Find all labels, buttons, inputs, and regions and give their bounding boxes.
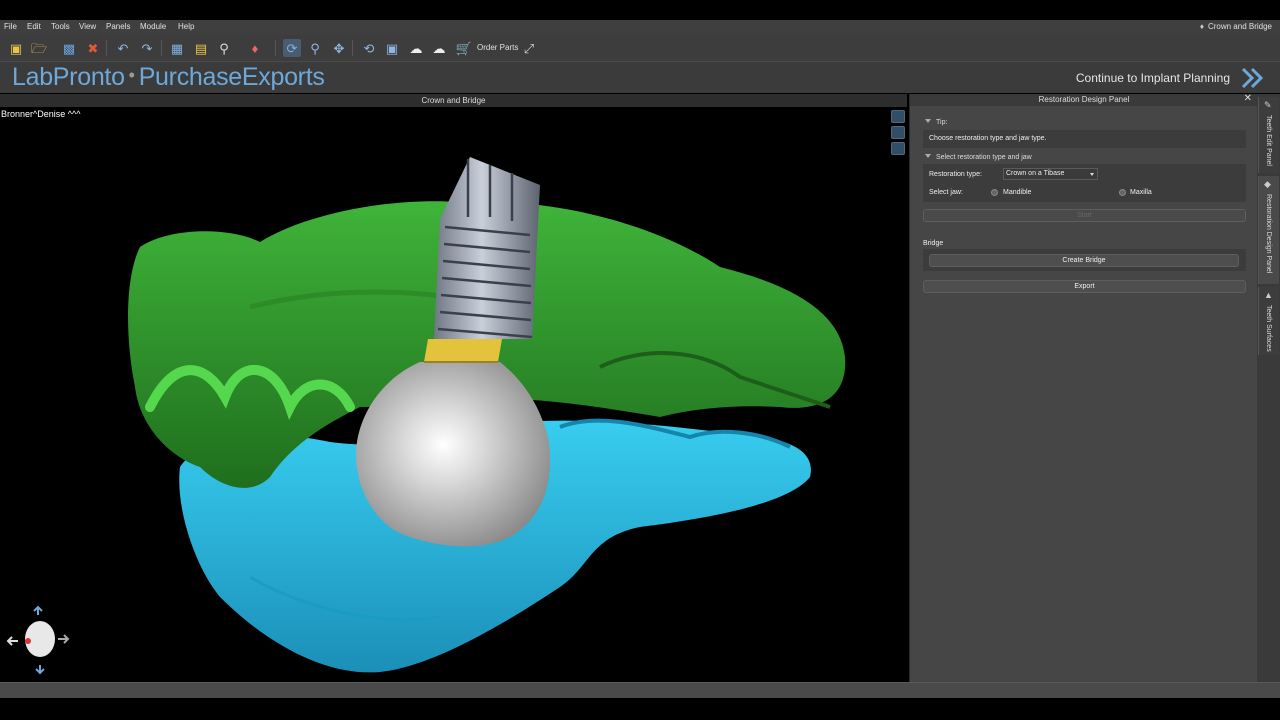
mandible-label[interactable]: Mandible bbox=[1003, 189, 1031, 196]
view-mode-icon[interactable] bbox=[891, 110, 905, 123]
brand-purchase: PurchaseExports bbox=[138, 63, 325, 91]
reset-rotation-icon[interactable]: ⟲ bbox=[360, 39, 378, 57]
export-button[interactable]: Export bbox=[923, 280, 1246, 293]
select-heading: Select restoration type and jaw bbox=[936, 154, 1032, 161]
restoration-type-label: Restoration type: bbox=[929, 171, 982, 178]
report-icon[interactable]: ▤ bbox=[192, 39, 210, 57]
cart-icon[interactable]: 🛒 bbox=[455, 39, 473, 57]
restoration-type-value: Crown on a Tibase bbox=[1006, 170, 1065, 177]
tab-label: Restoration Design Panel bbox=[1265, 194, 1272, 274]
viewport-tools bbox=[891, 110, 905, 158]
rotate-view-icon[interactable]: ⟳ bbox=[283, 39, 301, 57]
menu-bar: File Edit Tools View Panels Module Help … bbox=[0, 20, 1280, 35]
status-bar bbox=[0, 682, 1280, 698]
toolbar-separator bbox=[106, 40, 107, 56]
collapse-triangle-icon bbox=[925, 119, 931, 123]
start-button[interactable]: Start bbox=[923, 209, 1246, 222]
restoration-select-box: Restoration type: Crown on a Tibase Sele… bbox=[923, 164, 1246, 202]
collapse-triangle-icon bbox=[925, 154, 931, 158]
implant-fixture[interactable] bbox=[434, 157, 540, 339]
cloud-icon[interactable]: ☁ bbox=[430, 39, 448, 57]
fullscreen-icon[interactable]: ⤢ bbox=[520, 39, 538, 57]
new-file-icon[interactable]: ▣ bbox=[7, 39, 25, 57]
mandible-radio[interactable] bbox=[991, 189, 998, 196]
cloud-upload-icon[interactable]: ☁ bbox=[407, 39, 425, 57]
close-file-icon[interactable]: ✖ bbox=[84, 39, 102, 57]
menu-help[interactable]: Help bbox=[178, 22, 194, 31]
orientation-head-icon[interactable] bbox=[6, 605, 76, 675]
select-jaw-label: Select jaw: bbox=[929, 189, 963, 196]
continue-to-implant-planning-button[interactable]: Continue to Implant Planning bbox=[1076, 71, 1230, 85]
maxilla-label[interactable]: Maxilla bbox=[1130, 189, 1152, 196]
panel-title: Restoration Design Panel bbox=[910, 94, 1258, 106]
menu-view[interactable]: View bbox=[79, 22, 96, 31]
tooth-edit-icon: ✎ bbox=[1264, 100, 1272, 110]
chevron-down-icon bbox=[1090, 173, 1094, 176]
tip-heading: Tip: bbox=[936, 119, 948, 126]
restoration-type-select[interactable]: Crown on a Tibase bbox=[1003, 168, 1098, 180]
side-tabs: ✎ Teeth Edit Panel ◆ Restoration Design … bbox=[1257, 94, 1280, 682]
tab-label: Teeth Surfaces bbox=[1265, 305, 1272, 352]
tibase-ring bbox=[424, 339, 502, 363]
tab-restoration-design-panel[interactable]: ◆ Restoration Design Panel bbox=[1258, 176, 1279, 284]
bridge-heading: Bridge bbox=[923, 240, 944, 247]
top-black-strip bbox=[0, 0, 1280, 20]
zoom-icon[interactable]: ⚲ bbox=[306, 39, 324, 57]
grid-icon[interactable] bbox=[891, 142, 905, 155]
double-chevron-right-icon[interactable] bbox=[1240, 66, 1266, 90]
create-bridge-button[interactable]: Create Bridge bbox=[929, 254, 1239, 267]
menu-panels[interactable]: Panels bbox=[106, 22, 130, 31]
redo-icon[interactable]: ↷ bbox=[138, 39, 156, 57]
toolbar: ▣ 🗁 ▩ ✖ ↶ ↷ ▦ ▤ ⚲ ♦ ⟳ ⚲ ✥ ⟲ ▣ ☁ ☁ 🛒 Orde… bbox=[0, 35, 1280, 61]
undo-icon[interactable]: ↶ bbox=[114, 39, 132, 57]
order-parts-button[interactable]: Order Parts bbox=[477, 43, 518, 52]
restoration-icon: ◆ bbox=[1264, 179, 1271, 189]
tip-section-header[interactable]: Tip: bbox=[925, 119, 947, 126]
select-section-header[interactable]: Select restoration type and jaw bbox=[925, 154, 1032, 161]
restoration-crown[interactable] bbox=[355, 362, 551, 547]
patient-name: Bronner^Denise ^^^ bbox=[1, 109, 81, 119]
menu-edit[interactable]: Edit bbox=[27, 22, 41, 31]
viewport-title: Crown and Bridge bbox=[0, 94, 907, 107]
window-title: ♦ Crown and Bridge bbox=[1200, 22, 1272, 31]
menu-module[interactable]: Module bbox=[140, 22, 166, 31]
menu-file[interactable]: File bbox=[4, 22, 17, 31]
open-folder-icon[interactable]: 🗁 bbox=[30, 39, 48, 57]
save-icon[interactable]: ▩ bbox=[60, 39, 78, 57]
tooth-icon[interactable]: ♦ bbox=[246, 39, 264, 57]
close-icon[interactable]: ✕ bbox=[1244, 93, 1252, 104]
3d-viewport[interactable]: Bronner^Denise ^^^ bbox=[0, 107, 907, 682]
surface-icon: ▲ bbox=[1264, 290, 1273, 300]
tooth-icon: ♦ bbox=[1199, 22, 1204, 31]
fit-view-icon[interactable]: ▣ bbox=[383, 39, 401, 57]
toolbar-separator bbox=[161, 40, 162, 56]
dental-model-scene[interactable] bbox=[0, 107, 907, 682]
toolbar-separator bbox=[352, 40, 353, 56]
tab-teeth-edit-panel[interactable]: ✎ Teeth Edit Panel bbox=[1258, 97, 1279, 173]
toolbar-separator bbox=[275, 40, 276, 56]
brand-logo: LabPronto • PurchaseExports bbox=[12, 63, 325, 92]
tip-text: Choose restoration type and jaw type. bbox=[923, 130, 1246, 148]
window-title-text: Crown and Bridge bbox=[1207, 22, 1272, 31]
bottom-black-strip bbox=[0, 698, 1280, 720]
maxilla-radio[interactable] bbox=[1119, 189, 1126, 196]
grid-view-icon[interactable]: ▦ bbox=[168, 39, 186, 57]
camera-icon[interactable] bbox=[891, 126, 905, 139]
tab-label: Teeth Edit Panel bbox=[1265, 115, 1272, 166]
menu-tools[interactable]: Tools bbox=[51, 22, 70, 31]
restoration-design-panel: Restoration Design Panel ✕ Tip: Choose r… bbox=[909, 93, 1258, 682]
brand-lab: LabPronto bbox=[12, 63, 125, 91]
brand-bar: LabPronto • PurchaseExports Continue to Im… bbox=[0, 61, 1280, 93]
bridge-box: Create Bridge bbox=[923, 249, 1246, 271]
pan-icon[interactable]: ✥ bbox=[330, 39, 348, 57]
search-document-icon[interactable]: ⚲ bbox=[215, 39, 233, 57]
tab-teeth-surfaces[interactable]: ▲ Teeth Surfaces bbox=[1258, 287, 1279, 355]
brand-separator: • bbox=[128, 65, 135, 85]
